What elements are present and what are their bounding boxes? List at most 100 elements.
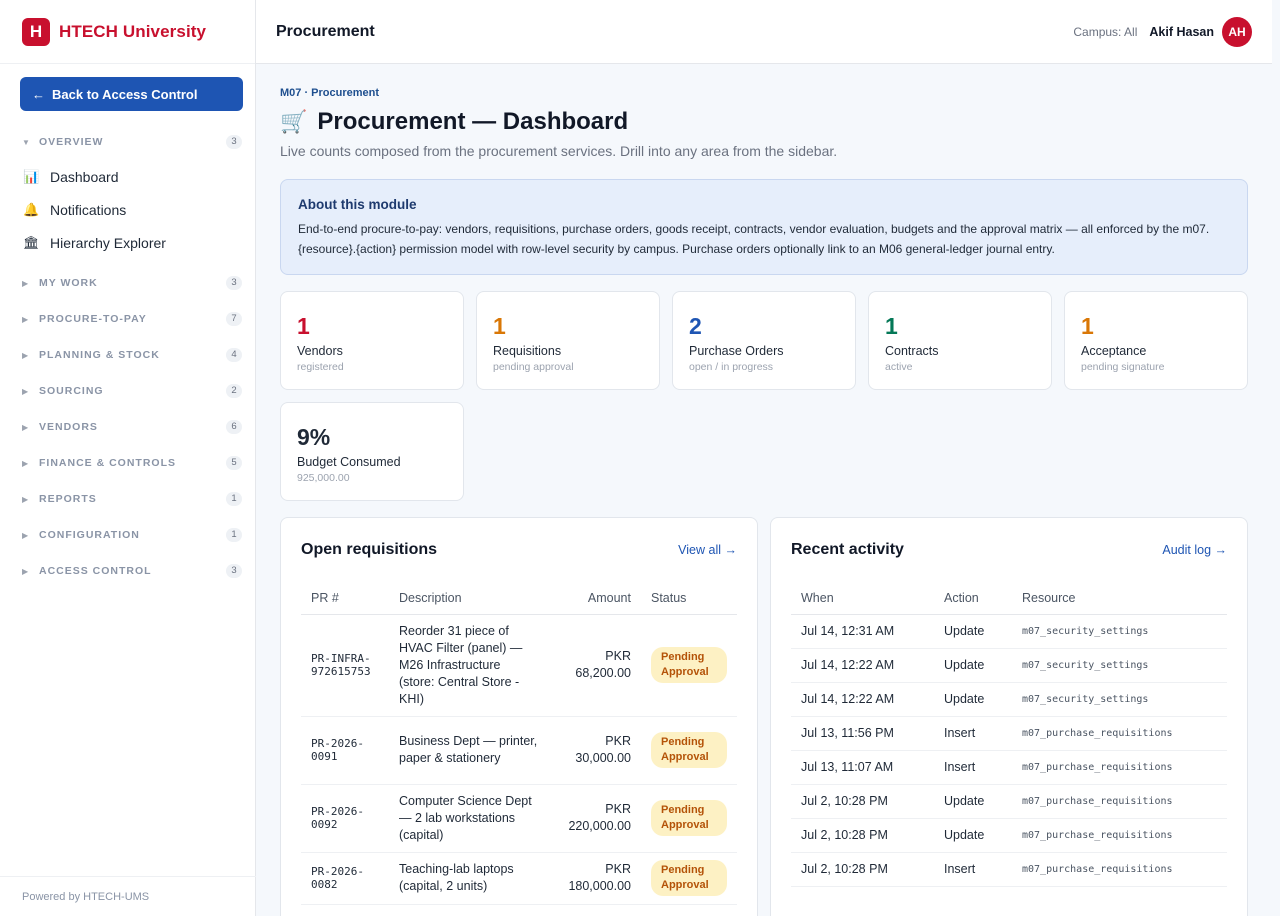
column-header[interactable]: Resource — [1012, 582, 1227, 615]
section-label: CONFIGURATION — [39, 529, 140, 541]
sidebar-section-access-control[interactable]: ▶ ACCESS CONTROL 3 — [0, 553, 256, 589]
status-badge: Pending Approval — [651, 647, 727, 683]
stat-card-vendors[interactable]: 1 Vendors registered — [280, 291, 464, 390]
column-header[interactable]: Amount — [549, 582, 641, 615]
stat-label: Acceptance — [1081, 344, 1147, 358]
sidebar-item-hierarchy-explorer[interactable]: 🏛 Hierarchy Explorer — [0, 226, 256, 259]
table-row[interactable]: Jul 13, 11:56 PM Insert m07_purchase_req… — [791, 716, 1227, 751]
sidebar-section-procure-to-pay[interactable]: ▶ PROCURE-TO-PAY 7 — [0, 301, 256, 337]
requisitions-table: PR # Description Amount Status PR-INFRA-… — [301, 582, 737, 916]
table-row[interactable]: Jul 14, 12:31 AM Update m07_security_set… — [791, 614, 1227, 649]
activity-resource: m07_security_settings — [1012, 682, 1227, 717]
stat-card-purchase-orders[interactable]: 2 Purchase Orders open / in progress — [672, 291, 856, 390]
table-row[interactable]: Jul 2, 10:28 PM Update m07_purchase_requ… — [791, 784, 1227, 819]
caret-right-icon: ▶ — [22, 422, 29, 432]
stat-card-contracts[interactable]: 1 Contracts active — [868, 291, 1052, 390]
status-badge: Pending Approval — [651, 732, 727, 768]
section-count: 6 — [226, 420, 242, 434]
stat-card-acceptance[interactable]: 1 Acceptance pending signature — [1064, 291, 1248, 390]
pr-number — [301, 904, 389, 916]
header-title: Procurement — [276, 22, 375, 40]
activity-action: Update — [934, 682, 1012, 717]
pr-status-cell: Pending Approval — [641, 784, 737, 853]
pr-status-cell: Pending Approval — [641, 852, 737, 905]
section-count: 5 — [226, 456, 242, 470]
table-row[interactable]: Jul 14, 12:22 AM Update m07_security_set… — [791, 682, 1227, 717]
table-row[interactable]: Replacement — [301, 904, 737, 916]
section-label: FINANCE & CONTROLS — [39, 457, 176, 469]
stat-label: Vendors — [297, 344, 343, 358]
activity-when: Jul 14, 12:22 AM — [791, 682, 934, 717]
panel-title: Open requisitions — [301, 541, 438, 558]
sidebar-item-notifications[interactable]: 🔔 Notifications — [0, 193, 256, 226]
pr-description: Reorder 31 piece of HVAC Filter (panel) … — [389, 614, 549, 717]
column-header[interactable]: Action — [934, 582, 1012, 615]
table-row[interactable]: Jul 2, 10:28 PM Insert m07_purchase_requ… — [791, 852, 1227, 887]
activity-action: Insert — [934, 716, 1012, 751]
table-row[interactable]: PR-2026-0082 Teaching-lab laptops (capit… — [301, 852, 737, 905]
table-row[interactable]: Jul 2, 10:28 PM Update m07_purchase_requ… — [791, 818, 1227, 853]
activity-resource: m07_security_settings — [1012, 614, 1227, 649]
audit-log-link[interactable]: Audit log → — [1162, 543, 1227, 557]
top-header: Procurement Campus: All Akif Hasan AH — [256, 0, 1272, 64]
avatar[interactable]: AH — [1222, 16, 1252, 47]
sidebar-section-my-work[interactable]: ▶ MY WORK 3 — [0, 265, 256, 301]
sidebar-footer: Powered by HTECH-UMS — [0, 876, 256, 916]
table-row[interactable]: Jul 13, 11:07 AM Insert m07_purchase_req… — [791, 750, 1227, 785]
stat-value: 2 — [689, 313, 702, 339]
panel-title: Recent activity — [791, 541, 904, 558]
sidebar-item-label: Hierarchy Explorer — [50, 234, 166, 251]
activity-action: Update — [934, 614, 1012, 649]
stat-value: 9% — [297, 424, 331, 450]
about-module-box: About this module End-to-end procure-to-… — [280, 179, 1248, 275]
sidebar-item-dashboard[interactable]: 📊 Dashboard — [0, 160, 256, 193]
column-header[interactable]: Status — [641, 582, 737, 615]
stat-card-requisitions[interactable]: 1 Requisitions pending approval — [476, 291, 660, 390]
sidebar-section-sourcing[interactable]: ▶ SOURCING 2 — [0, 373, 256, 409]
column-header[interactable]: Description — [389, 582, 549, 615]
view-all-link[interactable]: View all → — [678, 543, 737, 557]
table-row[interactable]: PR-2026-0092 Computer Science Dept — 2 l… — [301, 784, 737, 853]
user-name[interactable]: Akif Hasan — [1149, 25, 1214, 39]
activity-table: When Action Resource Jul 14, 12:31 AM Up… — [791, 582, 1227, 887]
breadcrumb: M07 · Procurement — [280, 87, 380, 99]
sidebar-section-overview[interactable]: ▼ OVERVIEW 3 — [0, 124, 256, 160]
section-count: 3 — [226, 135, 242, 149]
brand[interactable]: H HTECH University — [0, 0, 255, 64]
pr-description: Computer Science Dept — 2 lab workstatio… — [389, 784, 549, 853]
section-count: 4 — [226, 348, 242, 362]
sidebar-section-reports[interactable]: ▶ REPORTS 1 — [0, 481, 256, 517]
panel-header: Open requisitions View all → — [281, 518, 757, 582]
sidebar-section-planning-stock[interactable]: ▶ PLANNING & STOCK 4 — [0, 337, 256, 373]
table-row[interactable]: PR-INFRA-972615753 Reorder 31 piece of H… — [301, 614, 737, 717]
pr-description: Business Dept — printer, paper & station… — [389, 716, 549, 785]
activity-resource: m07_purchase_requisitions — [1012, 716, 1227, 751]
sidebar-section-finance-controls[interactable]: ▶ FINANCE & CONTROLS 5 — [0, 445, 256, 481]
activity-action: Update — [934, 784, 1012, 819]
sidebar-section-configuration[interactable]: ▶ CONFIGURATION 1 — [0, 517, 256, 553]
pr-status-cell: Pending Approval — [641, 716, 737, 785]
caret-right-icon: ▶ — [22, 278, 29, 288]
page-subtitle: Live counts composed from the procuremen… — [280, 143, 838, 159]
sidebar-section-vendors[interactable]: ▶ VENDORS 6 — [0, 409, 256, 445]
stat-value: 1 — [885, 313, 898, 339]
pr-amount: PKR 68,200.00 — [549, 614, 641, 717]
stat-value: 1 — [493, 313, 506, 339]
campus-selector[interactable]: Campus: All — [1073, 25, 1137, 39]
table-row[interactable]: Jul 14, 12:22 AM Update m07_security_set… — [791, 648, 1227, 683]
sidebar-nav: ▼ OVERVIEW 3 📊 Dashboard 🔔 Notifications… — [0, 124, 256, 589]
sidebar-item-label: Notifications — [50, 201, 127, 218]
stat-card-budget-consumed[interactable]: 9% Budget Consumed 925,000.00 — [280, 402, 464, 501]
column-header[interactable]: PR # — [301, 582, 389, 615]
caret-right-icon: ▶ — [22, 530, 29, 540]
table-row[interactable]: PR-2026-0091 Business Dept — printer, pa… — [301, 716, 737, 785]
stat-label: Requisitions — [493, 344, 562, 358]
activity-when: Jul 14, 12:22 AM — [791, 648, 934, 683]
back-to-access-control-button[interactable]: ← Back to Access Control — [20, 77, 243, 111]
stat-sub: active — [885, 361, 913, 373]
sidebar: H HTECH University ← Back to Access Cont… — [0, 0, 256, 916]
activity-when: Jul 14, 12:31 AM — [791, 614, 934, 649]
panel-header: Recent activity Audit log → — [771, 518, 1247, 582]
column-header[interactable]: When — [791, 582, 934, 615]
caret-right-icon: ▶ — [22, 458, 29, 468]
